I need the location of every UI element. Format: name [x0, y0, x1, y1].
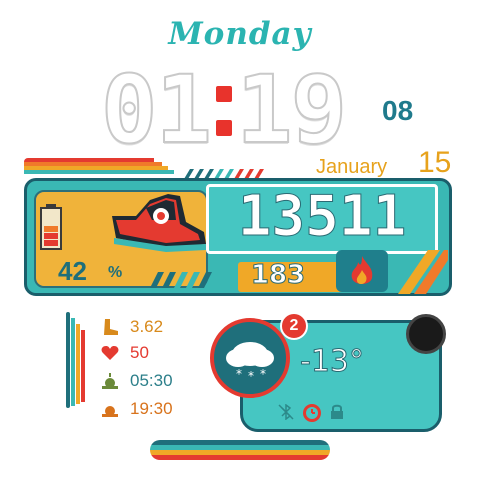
- bottom-stripes: [150, 440, 330, 460]
- snow-cloud-icon: * * *: [222, 334, 278, 383]
- svg-text:*: *: [248, 369, 254, 382]
- hours-display: 01: [100, 56, 213, 165]
- distance-value: 3.62: [130, 317, 164, 336]
- seconds-display: 08: [382, 95, 414, 126]
- notification-badge: 2: [280, 312, 308, 340]
- sunrise-row: 05:30: [100, 370, 173, 392]
- sunrise-value: 05:30: [130, 371, 173, 390]
- sneaker-icon: [106, 186, 212, 256]
- fire-icon: [348, 254, 376, 288]
- colon-dot-top: [216, 86, 232, 102]
- month-label: January: [316, 156, 388, 178]
- left-stripes: [66, 312, 86, 408]
- lock-icon: [330, 404, 344, 420]
- steps-count: 13511: [237, 184, 407, 250]
- minutes-display: 19: [235, 56, 348, 165]
- stripe-ticks: [180, 164, 272, 179]
- sunset-value: 19:30: [130, 399, 173, 418]
- temperature-value: -13°: [300, 344, 365, 380]
- calories-count: 183: [250, 260, 306, 291]
- bluetooth-off-icon: [278, 403, 294, 421]
- sunset-row: 19:30: [100, 398, 173, 420]
- battery-icon: [40, 204, 62, 250]
- heart-rate-row: 50: [100, 342, 149, 364]
- sunrise-icon: [100, 371, 120, 391]
- battery-percent: 42: [58, 256, 87, 286]
- day-number: 15: [418, 146, 452, 179]
- alarm-icon: [300, 400, 324, 424]
- colon-dot-bottom: [216, 120, 232, 136]
- weekday-label: Monday: [168, 16, 312, 52]
- svg-text:*: *: [260, 367, 266, 381]
- sunset-icon: [100, 399, 120, 419]
- boot-icon: [100, 317, 120, 337]
- steps-progress-ticks: [150, 272, 220, 288]
- moon-phase-icon: [406, 314, 446, 354]
- svg-text:*: *: [236, 367, 242, 381]
- battery-percent-unit: %: [108, 264, 123, 281]
- distance-row: 3.62: [100, 316, 163, 338]
- heart-icon: [100, 343, 120, 363]
- heart-rate-value: 50: [130, 343, 149, 362]
- panel-corner-stripes: [388, 250, 448, 294]
